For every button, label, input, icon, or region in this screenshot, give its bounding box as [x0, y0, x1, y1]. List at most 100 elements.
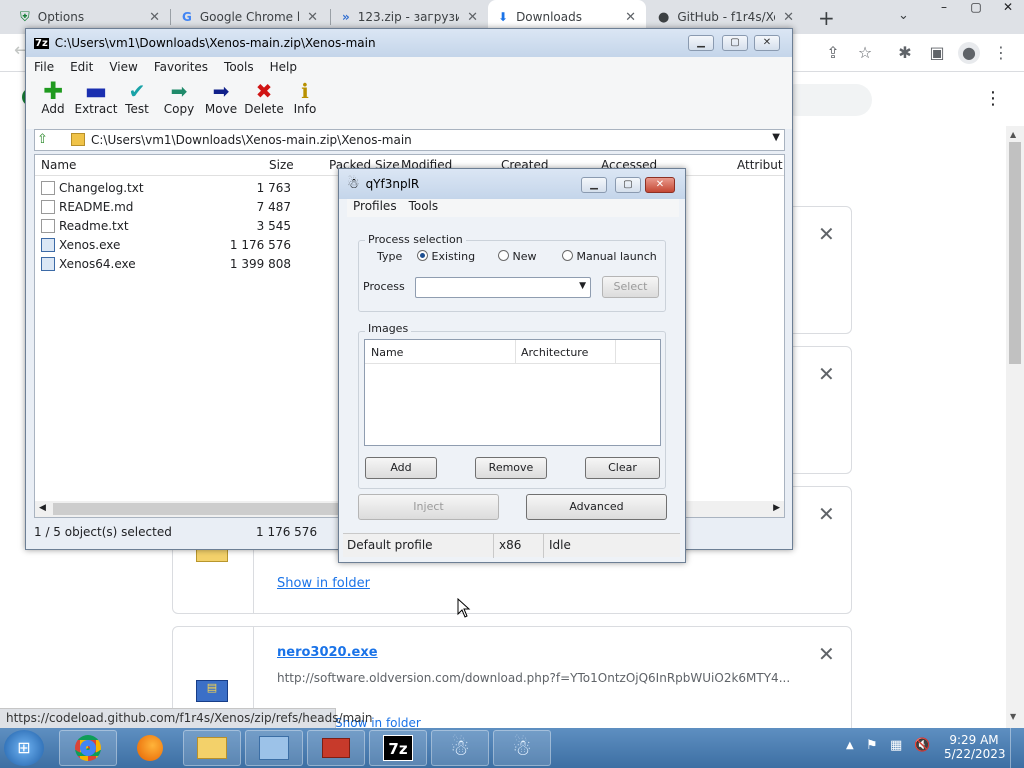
- link-status-bar: https://codeload.github.com/f1r4s/Xenos/…: [0, 708, 373, 728]
- info-button[interactable]: ℹ Info: [281, 80, 329, 116]
- taskbar-explorer[interactable]: [183, 730, 241, 766]
- selection-status: 1 / 5 object(s) selected: [34, 525, 172, 539]
- group-label: Images: [365, 322, 412, 335]
- close-icon[interactable]: ✕: [783, 10, 794, 25]
- add-button[interactable]: ✚ Add: [29, 79, 77, 116]
- taskbar-firefox[interactable]: [121, 730, 179, 766]
- remove-download-icon[interactable]: ✕: [818, 642, 835, 666]
- xenos-menubar: Profiles Tools: [347, 199, 679, 217]
- menu-tools[interactable]: Tools: [403, 199, 445, 217]
- share-icon[interactable]: ⇪: [822, 42, 844, 64]
- remove-image-button[interactable]: Remove: [475, 457, 547, 479]
- process-dropdown[interactable]: ▼: [415, 277, 591, 298]
- radio-new[interactable]: New: [498, 250, 537, 263]
- minimize-button[interactable]: ▁: [581, 177, 607, 193]
- close-button[interactable]: ✕: [645, 177, 675, 193]
- radio-existing[interactable]: Existing: [417, 250, 475, 263]
- show-desktop-button[interactable]: [1010, 728, 1024, 768]
- menu-file[interactable]: File: [26, 57, 62, 77]
- scroll-left-icon[interactable]: ◀: [39, 503, 46, 513]
- toolbox-icon: [322, 738, 350, 758]
- tab-title: Downloads: [516, 10, 582, 24]
- bookmark-star-icon[interactable]: ☆: [854, 42, 876, 64]
- chrome-icon: [75, 735, 101, 761]
- show-in-folder-link[interactable]: Show in folder: [277, 576, 370, 591]
- explorer-icon: [197, 737, 227, 759]
- taskbar-xenos[interactable]: ☃: [493, 730, 551, 766]
- maximize-button[interactable]: ▢: [722, 35, 748, 51]
- column-attributes[interactable]: Attributes: [737, 158, 783, 172]
- extensions-icon[interactable]: ✱: [894, 42, 916, 64]
- column-name[interactable]: Name: [41, 158, 76, 172]
- copy-button[interactable]: ➡ Copy: [155, 80, 203, 116]
- download-filename-link[interactable]: nero3020.exe: [277, 645, 378, 660]
- move-button[interactable]: ➡ Move: [197, 80, 245, 116]
- profile-avatar-icon[interactable]: ●: [958, 42, 980, 64]
- menu-tools[interactable]: Tools: [216, 57, 262, 77]
- clear-images-button[interactable]: Clear: [585, 457, 660, 479]
- close-icon[interactable]: ✕: [149, 10, 160, 25]
- close-icon[interactable]: ✕: [307, 10, 318, 25]
- scroll-down-icon[interactable]: ▼: [1010, 712, 1016, 721]
- advanced-button[interactable]: Advanced: [526, 494, 667, 520]
- more-actions-icon[interactable]: ⋮: [984, 88, 1002, 109]
- scroll-up-icon[interactable]: ▲: [1010, 130, 1016, 139]
- start-orb-icon[interactable]: ⊞: [4, 730, 44, 766]
- clock-date: 5/22/2023: [944, 747, 1006, 761]
- scroll-right-icon[interactable]: ▶: [773, 503, 780, 513]
- selection-size: 1 176 576: [256, 525, 318, 539]
- maximize-button[interactable]: ▢: [615, 177, 641, 193]
- menu-favorites[interactable]: Favorites: [146, 57, 216, 77]
- menu-edit[interactable]: Edit: [62, 57, 101, 77]
- taskbar-xenos[interactable]: ☃: [431, 730, 489, 766]
- action-center-icon[interactable]: ⚑: [866, 738, 878, 753]
- address-bar[interactable]: ⇧ C:\Users\vm1\Downloads\Xenos-main.zip\…: [34, 129, 785, 151]
- close-icon[interactable]: ✕: [625, 10, 636, 25]
- column-size[interactable]: Size: [269, 158, 294, 172]
- volume-icon[interactable]: 🔇: [914, 738, 930, 753]
- page-scrollbar[interactable]: ▲ ▼: [1006, 126, 1024, 728]
- taskbar-control-panel[interactable]: [245, 730, 303, 766]
- menu-view[interactable]: View: [101, 57, 145, 77]
- radio-label: Manual launch: [576, 250, 657, 263]
- menu-help[interactable]: Help: [262, 57, 305, 77]
- test-button[interactable]: ✔ Test: [113, 80, 161, 116]
- taskbar-toolbox[interactable]: [307, 730, 365, 766]
- file-size: 3 545: [256, 218, 291, 233]
- inject-button[interactable]: Inject: [358, 494, 499, 520]
- remove-download-icon[interactable]: ✕: [818, 362, 835, 386]
- column-name[interactable]: Name: [371, 346, 403, 359]
- close-window-button[interactable]: ✕: [992, 0, 1024, 18]
- chevron-down-icon[interactable]: ▼: [772, 132, 780, 143]
- show-hidden-icons-icon[interactable]: ▲: [846, 740, 854, 751]
- up-folder-icon[interactable]: ⇧: [37, 132, 48, 147]
- xenos-app-icon: ☃: [347, 176, 360, 192]
- tab-search-icon[interactable]: ⌄: [898, 8, 909, 23]
- scroll-thumb[interactable]: [53, 503, 353, 515]
- column-architecture[interactable]: Architecture: [521, 346, 588, 359]
- side-panel-icon[interactable]: ▣: [926, 42, 948, 64]
- new-tab-button[interactable]: +: [818, 6, 835, 30]
- select-button[interactable]: Select: [602, 276, 659, 298]
- remove-download-icon[interactable]: ✕: [818, 222, 835, 246]
- search-downloads-field[interactable]: [780, 84, 872, 116]
- maximize-button[interactable]: ▢: [960, 0, 992, 18]
- menu-profiles[interactable]: Profiles: [347, 199, 403, 217]
- taskbar-chrome[interactable]: [59, 730, 117, 766]
- add-image-button[interactable]: Add: [365, 457, 437, 479]
- sevenzip-icon: 7z: [383, 735, 413, 761]
- sevenzip-titlebar[interactable]: 7z C:\Users\vm1\Downloads\Xenos-main.zip…: [26, 29, 792, 57]
- close-icon[interactable]: ✕: [467, 10, 478, 25]
- images-list[interactable]: Name Architecture: [364, 339, 661, 446]
- xenos-icon: ☃: [450, 735, 470, 761]
- radio-manual-launch[interactable]: Manual launch: [562, 250, 657, 263]
- scroll-thumb[interactable]: [1009, 142, 1021, 364]
- minimize-button[interactable]: ▁: [688, 35, 714, 51]
- clock[interactable]: 9:29 AM 5/22/2023: [944, 733, 1006, 761]
- network-icon[interactable]: ▦: [890, 738, 902, 753]
- taskbar-sevenzip[interactable]: 7z: [369, 730, 427, 766]
- remove-download-icon[interactable]: ✕: [818, 502, 835, 526]
- minimize-button[interactable]: –: [928, 0, 960, 18]
- close-button[interactable]: ✕: [754, 35, 780, 51]
- chrome-menu-icon[interactable]: ⋮: [990, 42, 1012, 64]
